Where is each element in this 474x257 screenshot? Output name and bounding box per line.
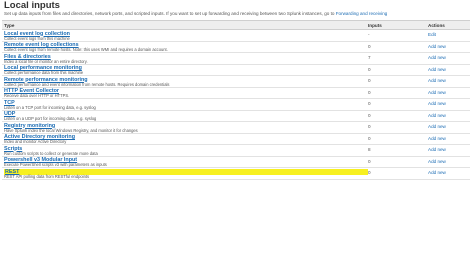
input-count: - <box>368 32 370 37</box>
table-header: Type Inputs Actions <box>2 20 470 30</box>
row-type-cell: REST REST API polling data from RESTful e… <box>2 168 368 179</box>
row-type-cell: Remote performance monitoring Collect per… <box>2 76 368 87</box>
local-inputs-page: Local inputs Set up data inputs from fil… <box>0 0 474 257</box>
input-count: 7 <box>368 55 371 60</box>
table-row: Scripts Run custom scripts to collect or … <box>2 145 470 157</box>
row-type-cell: TCP Listen on a TCP port for incoming dat… <box>2 99 368 110</box>
table-body: Local event log collection Collect event … <box>2 30 470 180</box>
input-count: 0 <box>368 135 371 141</box>
table-row: TCP Listen on a TCP port for incoming dat… <box>2 99 470 111</box>
table-row: Local event log collection Collect event … <box>2 30 470 42</box>
table-row: Remote event log collections Collect even… <box>2 42 470 53</box>
header-inputs[interactable]: Inputs <box>368 23 428 28</box>
input-count: 0 <box>368 124 371 129</box>
row-type-cell: Local performance monitoring Collect perf… <box>2 65 368 75</box>
add-new-link[interactable]: Add new <box>428 76 470 87</box>
add-new-link[interactable]: Add new <box>428 134 470 145</box>
input-type-description: REST API polling data from RESTful endpo… <box>4 173 90 179</box>
description-text: Set up data inputs from files and direct… <box>4 11 335 16</box>
header-actions: Actions <box>428 22 445 28</box>
table-row: Files & directories Index a local file or… <box>2 53 470 65</box>
add-new-link[interactable]: Add new <box>428 168 470 179</box>
input-count: 0 <box>368 89 371 95</box>
add-new-link[interactable]: Add new <box>428 88 470 99</box>
page-title: Local inputs <box>4 0 60 11</box>
table-row: Registry monitoring Have Splunk index the… <box>2 122 470 134</box>
edit-link[interactable]: Edit <box>428 30 470 41</box>
page-description: Set up data inputs from files and direct… <box>4 11 387 16</box>
row-type-cell: Remote event log collections Collect even… <box>2 42 368 52</box>
add-new-link[interactable]: Add new <box>428 122 470 133</box>
table-row: REST REST API polling data from RESTful e… <box>2 168 470 180</box>
input-count: 0 <box>368 66 371 72</box>
add-new-link[interactable]: Add new <box>428 65 470 76</box>
input-count: 0 <box>368 170 371 175</box>
input-count: 0 <box>368 112 371 118</box>
inputs-table: Type Inputs Actions Local event log coll… <box>2 20 470 180</box>
input-count: 0 <box>368 43 371 49</box>
row-type-cell: Scripts Run custom scripts to collect or … <box>2 145 368 156</box>
row-type-cell: Powershell v3 Modular Input Execute Power… <box>2 157 368 167</box>
table-row: Remote performance monitoring Collect per… <box>2 76 470 88</box>
table-row: UDP Listen on a UDP port for incoming dat… <box>2 111 470 122</box>
row-type-cell: Active Directory monitoring Index and mon… <box>2 134 368 144</box>
input-count: 0 <box>368 158 371 164</box>
row-type-cell: UDP Listen on a UDP port for incoming dat… <box>2 111 368 121</box>
row-type-cell: Registry monitoring Have Splunk index the… <box>2 122 368 133</box>
input-count: 0 <box>368 78 371 83</box>
add-new-link[interactable]: Add new <box>428 42 470 53</box>
table-row: HTTP Event Collector Receive data over HT… <box>2 88 470 99</box>
add-new-link[interactable]: Add new <box>428 99 470 110</box>
input-count: 0 <box>368 101 371 106</box>
forwarding-receiving-link[interactable]: Forwarding and receiving <box>336 11 388 16</box>
add-new-link[interactable]: Add new <box>428 157 470 168</box>
add-new-link[interactable]: Add new <box>428 111 470 122</box>
table-row: Active Directory monitoring Index and mon… <box>2 134 470 145</box>
table-row: Powershell v3 Modular Input Execute Power… <box>2 157 470 168</box>
table-row: Local performance monitoring Collect perf… <box>2 65 470 76</box>
row-type-cell: Local event log collection Collect event … <box>2 30 368 41</box>
input-count: 8 <box>368 147 371 152</box>
row-type-cell: HTTP Event Collector Receive data over HT… <box>2 88 368 98</box>
add-new-link[interactable]: Add new <box>428 145 470 156</box>
add-new-link[interactable]: Add new <box>428 53 470 64</box>
row-type-cell: Files & directories Index a local file or… <box>2 53 368 64</box>
header-type[interactable]: Type <box>2 23 368 28</box>
